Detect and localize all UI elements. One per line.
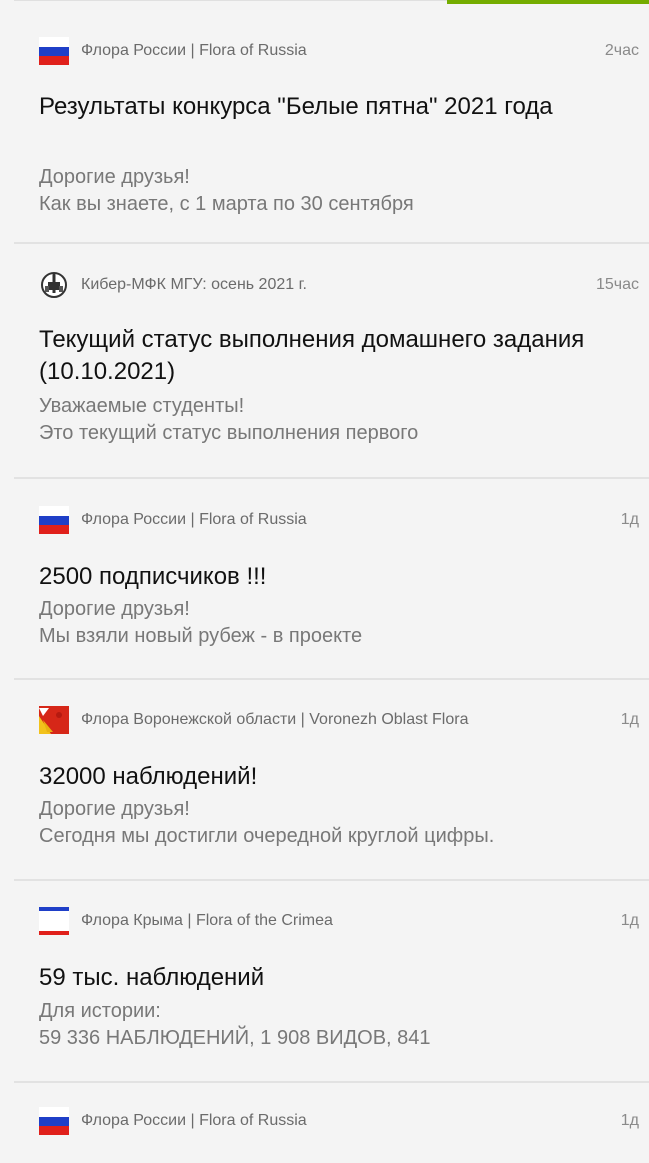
voronezh-emblem-icon	[39, 706, 69, 734]
project-name[interactable]: Флора России | Flora of Russia	[81, 42, 595, 60]
post-preview: Уважаемые студенты! Это текущий статус в…	[39, 393, 645, 447]
journal-feed[interactable]: Флора России | Flora of Russia 2час Резу…	[14, 10, 649, 1163]
post-time: 15час	[595, 276, 639, 293]
post-time: 1д	[620, 711, 639, 728]
msu-emblem-icon	[41, 272, 67, 298]
post-preview-line: Как вы знаете, с 1 марта по 30 сентября	[39, 193, 414, 215]
russia-flag-icon	[39, 1107, 69, 1135]
project-name[interactable]: Флора России | Flora of Russia	[81, 511, 611, 529]
post-preview-line: Мы взяли новый рубеж - в проекте	[39, 625, 363, 647]
post-preview: Дорогие друзья! Мы взяли новый рубеж - в…	[39, 596, 645, 650]
post-preview-line: Сегодня мы достигли очередной круглой ци…	[39, 825, 495, 847]
post-header: Флора России | Flora of Russia 1д	[39, 506, 639, 534]
post-preview-line: Это текущий статус выполнения первого	[39, 422, 419, 444]
feed-post[interactable]: Флора Воронежской области | Voronezh Obl…	[14, 680, 649, 881]
post-preview-line: Дорогие друзья!	[39, 598, 190, 620]
post-title[interactable]: 32000 наблюдений!	[39, 761, 639, 793]
post-preview: Для истории: 59 336 НАБЛЮДЕНИЙ, 1 908 ВИ…	[39, 998, 645, 1052]
post-preview: Дорогие друзья! Как вы знаете, с 1 марта…	[39, 164, 645, 218]
russia-flag-icon	[39, 37, 69, 65]
post-header: Флора Крыма | Flora of the Crimea 1д	[39, 907, 639, 935]
feed-post[interactable]: Флора России | Flora of Russia 2час Резу…	[14, 10, 649, 244]
feed-post[interactable]: Флора России | Flora of Russia 1д	[14, 1083, 649, 1163]
post-time: 1д	[620, 1112, 639, 1129]
active-tab-indicator	[447, 0, 649, 4]
post-title[interactable]: 2500 подписчиков !!!	[39, 561, 639, 593]
list-top-edge	[14, 0, 447, 1]
post-preview-line: 59 336 НАБЛЮДЕНИЙ, 1 908 ВИДОВ, 841	[39, 1027, 431, 1049]
post-title[interactable]: 59 тыс. наблюдений	[39, 962, 639, 994]
project-name[interactable]: Флора Воронежской области | Voronezh Obl…	[81, 711, 611, 729]
post-header: Флора России | Flora of Russia 1д	[39, 1107, 639, 1135]
feed-post[interactable]: Флора Крыма | Flora of the Crimea 1д 59 …	[14, 881, 649, 1083]
russia-flag-icon	[39, 506, 69, 534]
post-header: Кибер-МФК МГУ: осень 2021 г. 15час	[39, 271, 639, 299]
post-preview-line: Для истории:	[39, 1000, 161, 1022]
project-name[interactable]: Кибер-МФК МГУ: осень 2021 г.	[81, 276, 586, 294]
post-header: Флора Воронежской области | Voronezh Obl…	[39, 706, 639, 734]
post-header: Флора России | Flora of Russia 2час	[39, 37, 639, 65]
project-name[interactable]: Флора Крыма | Flora of the Crimea	[81, 912, 611, 930]
post-preview-line: Уважаемые студенты!	[39, 395, 245, 417]
post-time: 1д	[620, 912, 639, 929]
post-title[interactable]: Результаты конкурса "Белые пятна" 2021 г…	[39, 91, 639, 123]
post-time: 1д	[620, 511, 639, 528]
crimea-flag-icon	[39, 907, 69, 935]
post-preview-line: Дорогие друзья!	[39, 166, 190, 188]
feed-post[interactable]: Флора России | Flora of Russia 1д 2500 п…	[14, 479, 649, 680]
post-preview-line: Дорогие друзья!	[39, 798, 190, 820]
feed-post[interactable]: Кибер-МФК МГУ: осень 2021 г. 15час Текущ…	[14, 244, 649, 479]
post-preview: Дорогие друзья! Сегодня мы достигли очер…	[39, 796, 645, 850]
post-title[interactable]: Текущий статус выполнения домашнего зада…	[39, 324, 639, 388]
post-time: 2час	[604, 42, 639, 59]
project-name[interactable]: Флора России | Flora of Russia	[81, 1112, 611, 1130]
